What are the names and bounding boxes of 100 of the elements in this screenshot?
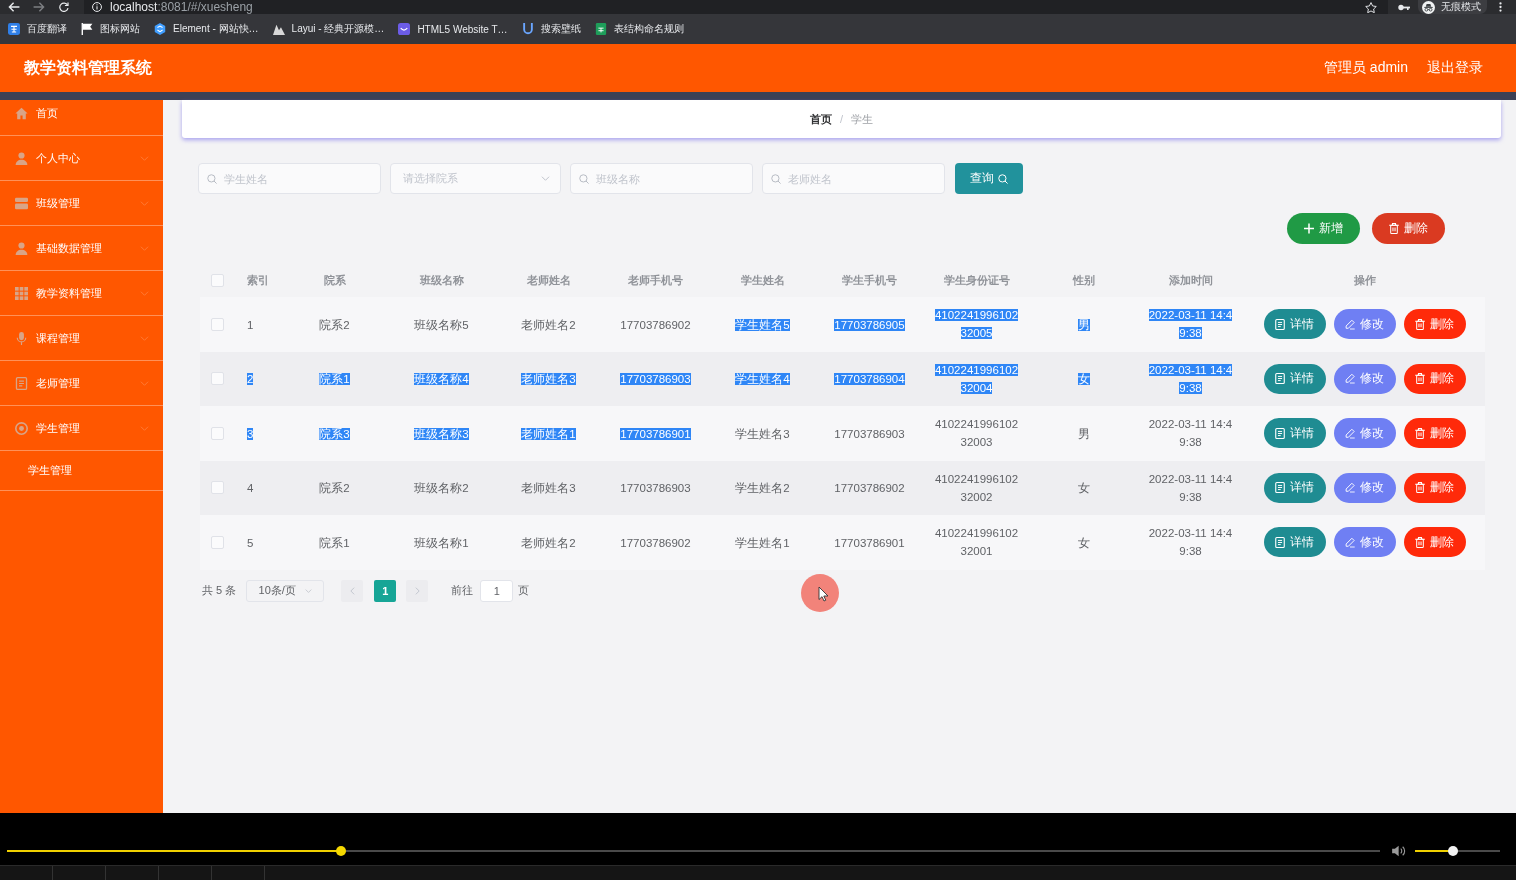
trash-icon xyxy=(1389,223,1399,234)
detail-button[interactable]: 详情 xyxy=(1263,309,1326,340)
bookmark-item[interactable]: 搜索壁纸 xyxy=(521,22,581,36)
key-icon[interactable] xyxy=(1398,3,1410,11)
row-checkbox[interactable] xyxy=(211,427,224,440)
trash-icon xyxy=(1415,482,1425,494)
select-all-checkbox[interactable] xyxy=(211,274,224,288)
logout-link[interactable]: 退出登录 xyxy=(1427,59,1483,77)
chevron-right-icon xyxy=(414,586,420,595)
edit-button[interactable]: 修改 xyxy=(1333,363,1396,394)
breadcrumb-link[interactable]: 学生 xyxy=(851,111,874,127)
document-icon xyxy=(1275,482,1285,494)
id-number-text: 410224199610232002 xyxy=(933,471,1020,505)
column-header: 性别 xyxy=(1072,274,1095,286)
department-text: 院系1 xyxy=(319,535,350,551)
teacher-phone-text: 17703786902 xyxy=(620,535,691,551)
delete-button[interactable]: 删除 xyxy=(1403,309,1466,340)
pencil-icon xyxy=(1345,536,1355,548)
breadcrumb-link[interactable]: 首页 xyxy=(809,111,832,127)
chevron-down-icon xyxy=(541,176,550,181)
page-suffix: 页 xyxy=(518,583,530,598)
added-time-text: 2022-03-11 14:49:38 xyxy=(1147,308,1234,342)
edit-button[interactable]: 修改 xyxy=(1333,527,1396,558)
id-number-text: 410224199610232001 xyxy=(933,526,1020,560)
column-header: 学生姓名 xyxy=(740,274,785,286)
total-count: 共 5 条 xyxy=(202,583,237,598)
student-name-text: 学生姓名3 xyxy=(735,426,790,442)
app-title: 教学资料管理系统 xyxy=(24,57,152,78)
address-field[interactable]: localhost:8081/#/xuesheng xyxy=(84,0,1388,14)
delete-button[interactable]: 删除 xyxy=(1403,418,1466,449)
student-phone-text: 17703786904 xyxy=(834,372,905,388)
bookmark-item[interactable]: Element - 网站快… xyxy=(154,22,259,36)
grid-icon xyxy=(15,286,28,300)
document-icon xyxy=(1275,373,1285,385)
bookmark-item[interactable]: 表结构命名规则 xyxy=(594,22,684,36)
stack-icon xyxy=(15,196,28,210)
row-checkbox[interactable] xyxy=(211,372,224,386)
gender-text: 男 xyxy=(1077,426,1090,442)
sheet-icon xyxy=(594,23,607,35)
info-icon[interactable] xyxy=(92,2,102,12)
search-icon xyxy=(998,173,1008,184)
detail-button[interactable]: 详情 xyxy=(1263,418,1326,449)
query-button[interactable]: 查询 xyxy=(955,163,1023,194)
id-number-text: 410224199610232004 xyxy=(933,362,1020,396)
bookmark-item[interactable]: 图标网站 xyxy=(81,22,140,36)
column-header: 学生身份证号 xyxy=(943,274,1010,286)
star-icon[interactable] xyxy=(1365,1,1377,13)
added-time-text: 2022-03-11 14:49:38 xyxy=(1147,471,1234,505)
edit-button[interactable]: 修改 xyxy=(1333,309,1396,340)
bookmark-item[interactable]: HTML5 Website T… xyxy=(398,23,508,35)
department-text: 院系3 xyxy=(319,426,350,442)
teacher-phone-text: 17703786902 xyxy=(620,317,691,333)
student-name-text: 学生姓名2 xyxy=(735,481,790,497)
teacher-phone-text: 17703786903 xyxy=(620,372,691,388)
search-icon xyxy=(579,173,589,184)
chevron-left-icon xyxy=(349,586,355,595)
speaker-icon[interactable] xyxy=(1392,845,1406,857)
plus-icon xyxy=(1304,223,1314,234)
delete-button[interactable]: 删除 xyxy=(1403,363,1466,394)
student-name-text: 学生姓名1 xyxy=(735,535,790,551)
progress-handle[interactable] xyxy=(335,846,346,856)
trash-icon xyxy=(1415,318,1425,330)
row-checkbox[interactable] xyxy=(211,481,224,495)
hexagon-icon xyxy=(154,23,166,35)
column-header: 索引 xyxy=(247,274,269,286)
page-input[interactable]: 1 xyxy=(480,579,514,602)
profile-button[interactable]: 无痕模式 xyxy=(1418,0,1487,14)
chevron-down-icon xyxy=(140,290,149,296)
reload-icon[interactable] xyxy=(58,2,70,12)
delete-button[interactable]: 删除 xyxy=(1403,472,1466,503)
row-checkbox[interactable] xyxy=(211,536,224,549)
more-icon[interactable] xyxy=(1499,2,1502,12)
bookmark-item[interactable]: 百度翻译 xyxy=(8,22,67,36)
page-number-button[interactable]: 1 xyxy=(374,579,397,602)
pencil-icon xyxy=(1345,318,1355,330)
added-time-text: 2022-03-11 14:49:38 xyxy=(1147,526,1234,560)
bookmark-item[interactable]: Layui - 经典开源模… xyxy=(272,22,385,36)
edit-button[interactable]: 修改 xyxy=(1333,472,1396,503)
forward-arrow-icon[interactable] xyxy=(33,2,45,12)
page-size-select[interactable]: 10条/页 xyxy=(246,579,325,602)
delete-button[interactable]: 删除 xyxy=(1372,213,1445,244)
chevron-down-icon xyxy=(140,155,149,161)
tile-icon xyxy=(8,23,20,35)
pencil-icon xyxy=(1345,482,1355,494)
row-checkbox[interactable] xyxy=(211,318,224,331)
detail-button[interactable]: 详情 xyxy=(1263,527,1326,558)
detail-button[interactable]: 详情 xyxy=(1263,472,1326,503)
detail-button[interactable]: 详情 xyxy=(1263,363,1326,394)
column-header: 添加时间 xyxy=(1168,274,1213,286)
column-header: 班级名称 xyxy=(419,274,464,286)
index-text: 2 xyxy=(247,372,254,388)
back-arrow-icon[interactable] xyxy=(8,2,20,12)
student-phone-text: 17703786901 xyxy=(834,535,905,551)
chevron-down-icon xyxy=(140,200,149,206)
document-icon xyxy=(1275,318,1285,330)
teacher-name-text: 老师姓名2 xyxy=(521,535,576,551)
delete-button[interactable]: 删除 xyxy=(1403,527,1466,558)
edit-button[interactable]: 修改 xyxy=(1333,418,1396,449)
add-button[interactable]: 新增 xyxy=(1287,213,1360,244)
volume-handle[interactable] xyxy=(1448,846,1459,856)
